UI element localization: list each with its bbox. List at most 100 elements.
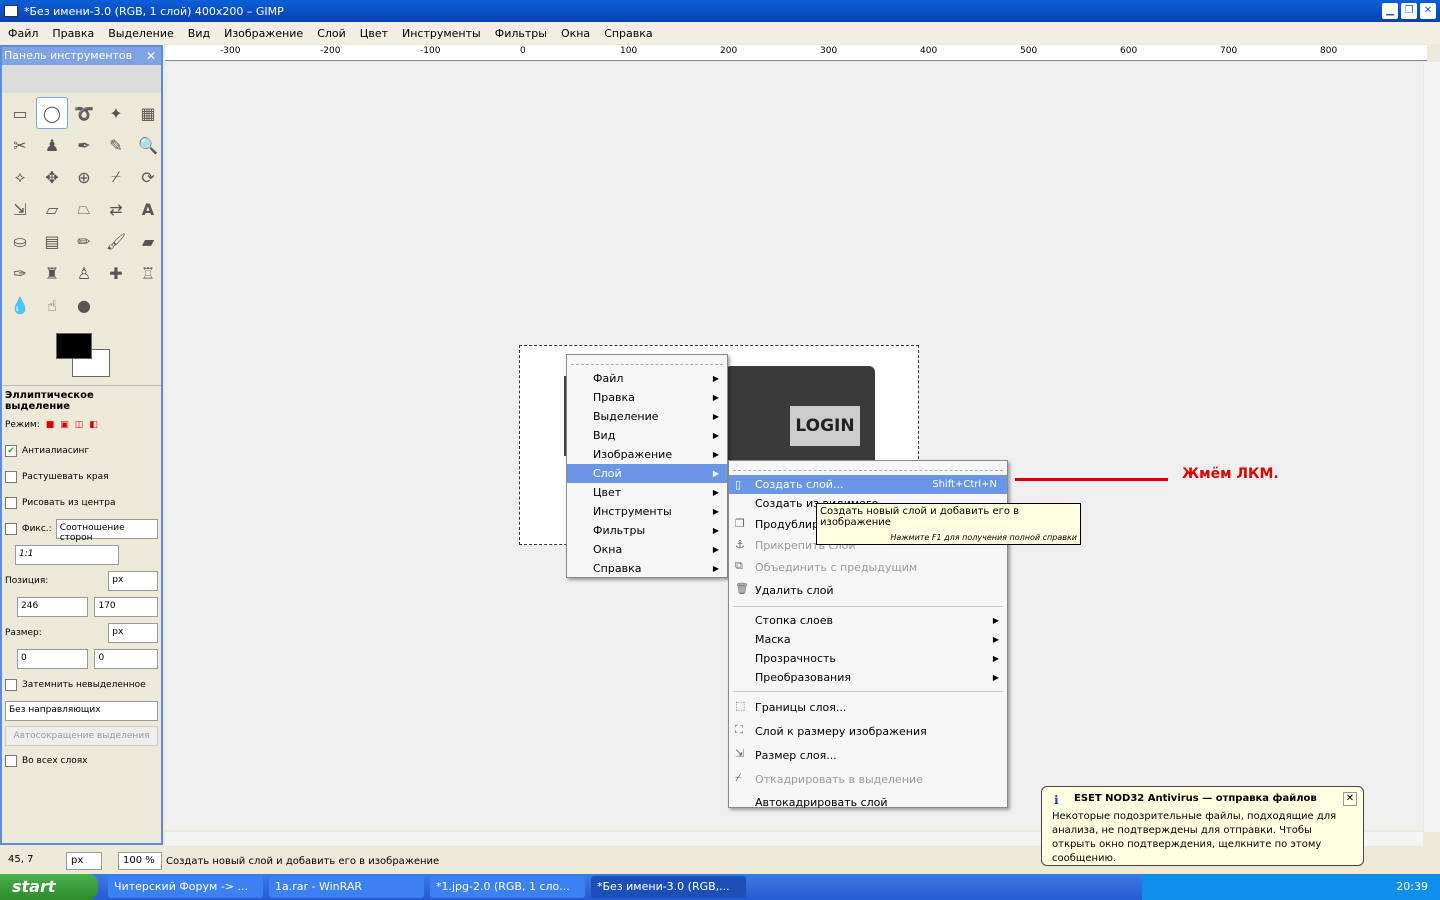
delete-layer-item[interactable]: 🗑 Удалить слой [729,579,1007,602]
scale-layer-item[interactable]: ⇲ Размер слоя... [729,744,1007,768]
dodge-burn-tool-icon[interactable]: ● [68,289,100,321]
tearoff-line[interactable] [733,461,1003,471]
size-w-field[interactable]: 0 [17,649,89,669]
ellipse-select-tool-icon[interactable]: ◯ [36,97,68,129]
rect-select-tool-icon[interactable]: ▭ [4,97,36,129]
menu-help[interactable]: Справка [604,27,652,40]
merge-down-item[interactable]: ⧉ Объединить с предыдущим [729,556,1007,579]
ctx-layer[interactable]: Слой ▶ [567,464,727,483]
mode-add-icon[interactable]: ▣ [60,420,69,430]
antialias-checkbox[interactable]: ✔ [5,445,17,457]
ctx-filters[interactable]: Фильтры ▶ [567,521,727,540]
mode-replace-icon[interactable]: ■ [46,420,55,430]
clone-tool-icon[interactable]: ♙ [68,257,100,289]
taskbar-item[interactable]: *1.jpg-2.0 (RGB, 1 сло... [430,876,585,898]
menu-windows[interactable]: Окна [561,27,590,40]
scale-tool-icon[interactable]: ⇲ [4,193,36,225]
size-unit-select[interactable]: px [108,623,158,643]
blur-tool-icon[interactable]: 💧 [4,289,36,321]
feather-checkbox[interactable] [5,471,17,483]
text-tool-icon[interactable]: A [132,193,164,225]
rotate-tool-icon[interactable]: ⟳ [132,161,164,193]
smudge-tool-icon[interactable]: ☝ [36,289,68,321]
position-y-field[interactable]: 170 [94,597,158,617]
airbrush-tool-icon[interactable]: ✑ [4,257,36,289]
blend-tool-icon[interactable]: ▤ [36,225,68,257]
crop-to-selection-item[interactable]: ⌿ Откадрировать в выделение [729,768,1007,792]
minimize-button[interactable]: ▁ [1382,3,1398,19]
taskbar-item[interactable]: *Без имени-3.0 (RGB,... [591,876,746,898]
paths-tool-icon[interactable]: ✒ [68,129,100,161]
eset-notification-balloon[interactable]: ℹ ESET NOD32 Antivirus — отправка файлов… [1041,786,1364,866]
position-x-field[interactable]: 246 [17,597,89,617]
foreground-select-tool-icon[interactable]: ♟ [36,129,68,161]
ctx-tools[interactable]: Инструменты ▶ [567,502,727,521]
perspective-tool-icon[interactable]: ⏢ [68,193,100,225]
ctx-colors[interactable]: Цвет ▶ [567,483,727,502]
menu-select[interactable]: Выделение [108,27,174,40]
zoom-tool-icon[interactable]: 🔍 [132,129,164,161]
menu-image[interactable]: Изображение [224,27,303,40]
taskbar-item[interactable]: Читерский Форум -> ... [108,876,263,898]
menu-tools[interactable]: Инструменты [402,27,481,40]
ctx-windows[interactable]: Окна ▶ [567,540,727,559]
autoshrink-button[interactable]: Автосокращение выделения [5,726,158,746]
close-icon[interactable]: ✕ [1343,792,1357,806]
close-button[interactable]: ✕ [1420,3,1436,19]
vertical-scrollbar[interactable] [1424,62,1440,832]
fixed-select[interactable]: Соотношение сторон [55,519,158,543]
menu-file[interactable]: Файл [8,27,38,40]
ctx-file[interactable]: Файл ▶ [567,369,727,388]
tearoff-line[interactable] [571,355,723,365]
maximize-button[interactable]: ❐ [1401,3,1417,19]
color-picker-tool-icon[interactable]: ✎ [100,129,132,161]
crop-tool-icon[interactable]: ⌿ [100,161,132,193]
mode-intersect-icon[interactable]: ◧ [89,420,98,430]
all-layers-checkbox[interactable] [5,755,17,767]
shear-tool-icon[interactable]: ▱ [36,193,68,225]
flip-tool-icon[interactable]: ⇄ [100,193,132,225]
mask-item[interactable]: Маска ▶ [729,630,1007,649]
start-button[interactable]: start [0,874,98,900]
align-tool-icon[interactable]: ⊕ [68,161,100,193]
heal-tool-icon[interactable]: ✚ [100,257,132,289]
position-unit-select[interactable]: px [108,571,158,591]
zoom-select[interactable]: 100 % [118,852,162,870]
menu-filters[interactable]: Фильтры [495,27,547,40]
ctx-image[interactable]: Изображение ▶ [567,445,727,464]
unit-select[interactable]: px [66,852,102,870]
fixed-checkbox[interactable] [5,523,17,535]
fuzzy-select-tool-icon[interactable]: ✦ [100,97,132,129]
ratio-field[interactable]: 1:1 [15,545,119,565]
highlight-checkbox[interactable] [5,679,17,691]
transform-item[interactable]: Преобразования ▶ [729,668,1007,687]
taskbar-item[interactable]: 1a.rar - WinRAR [269,876,424,898]
layer-boundary-item[interactable]: ⬚ Границы слоя... [729,696,1007,720]
transparency-item[interactable]: Прозрачность ▶ [729,649,1007,668]
close-icon[interactable]: ✕ [146,47,156,65]
ctx-help[interactable]: Справка ▶ [567,559,727,578]
free-select-tool-icon[interactable]: ➰ [68,97,100,129]
pencil-tool-icon[interactable]: ✏ [68,225,100,257]
move-tool-icon[interactable]: ✥ [36,161,68,193]
autocrop-layer-item[interactable]: Автокадрировать слой [729,792,1007,814]
mode-subtract-icon[interactable]: ◫ [75,420,84,430]
paintbrush-tool-icon[interactable]: 🖌 [100,225,132,257]
new-layer-item[interactable]: ▯ Создать слой... Shift+Ctrl+N [729,475,1007,494]
measure-tool-icon[interactable]: ⟡ [4,161,36,193]
ctx-edit[interactable]: Правка ▶ [567,388,727,407]
select-by-color-tool-icon[interactable]: ▦ [132,97,164,129]
size-h-field[interactable]: 0 [94,649,158,669]
layer-to-image-item[interactable]: ⛶ Слой к размеру изображения [729,720,1007,744]
perspective-clone-tool-icon[interactable]: ♖ [132,257,164,289]
foreground-color-swatch[interactable] [56,333,92,359]
ctx-view[interactable]: Вид ▶ [567,426,727,445]
scissors-tool-icon[interactable]: ✂ [4,129,36,161]
eraser-tool-icon[interactable]: ▰ [132,225,164,257]
menu-colors[interactable]: Цвет [360,27,388,40]
guides-select[interactable]: Без направляющих [5,701,158,721]
ctx-select[interactable]: Выделение ▶ [567,407,727,426]
bucket-fill-tool-icon[interactable]: ⛀ [4,225,36,257]
menu-layer[interactable]: Слой [317,27,346,40]
menu-edit[interactable]: Правка [52,27,94,40]
